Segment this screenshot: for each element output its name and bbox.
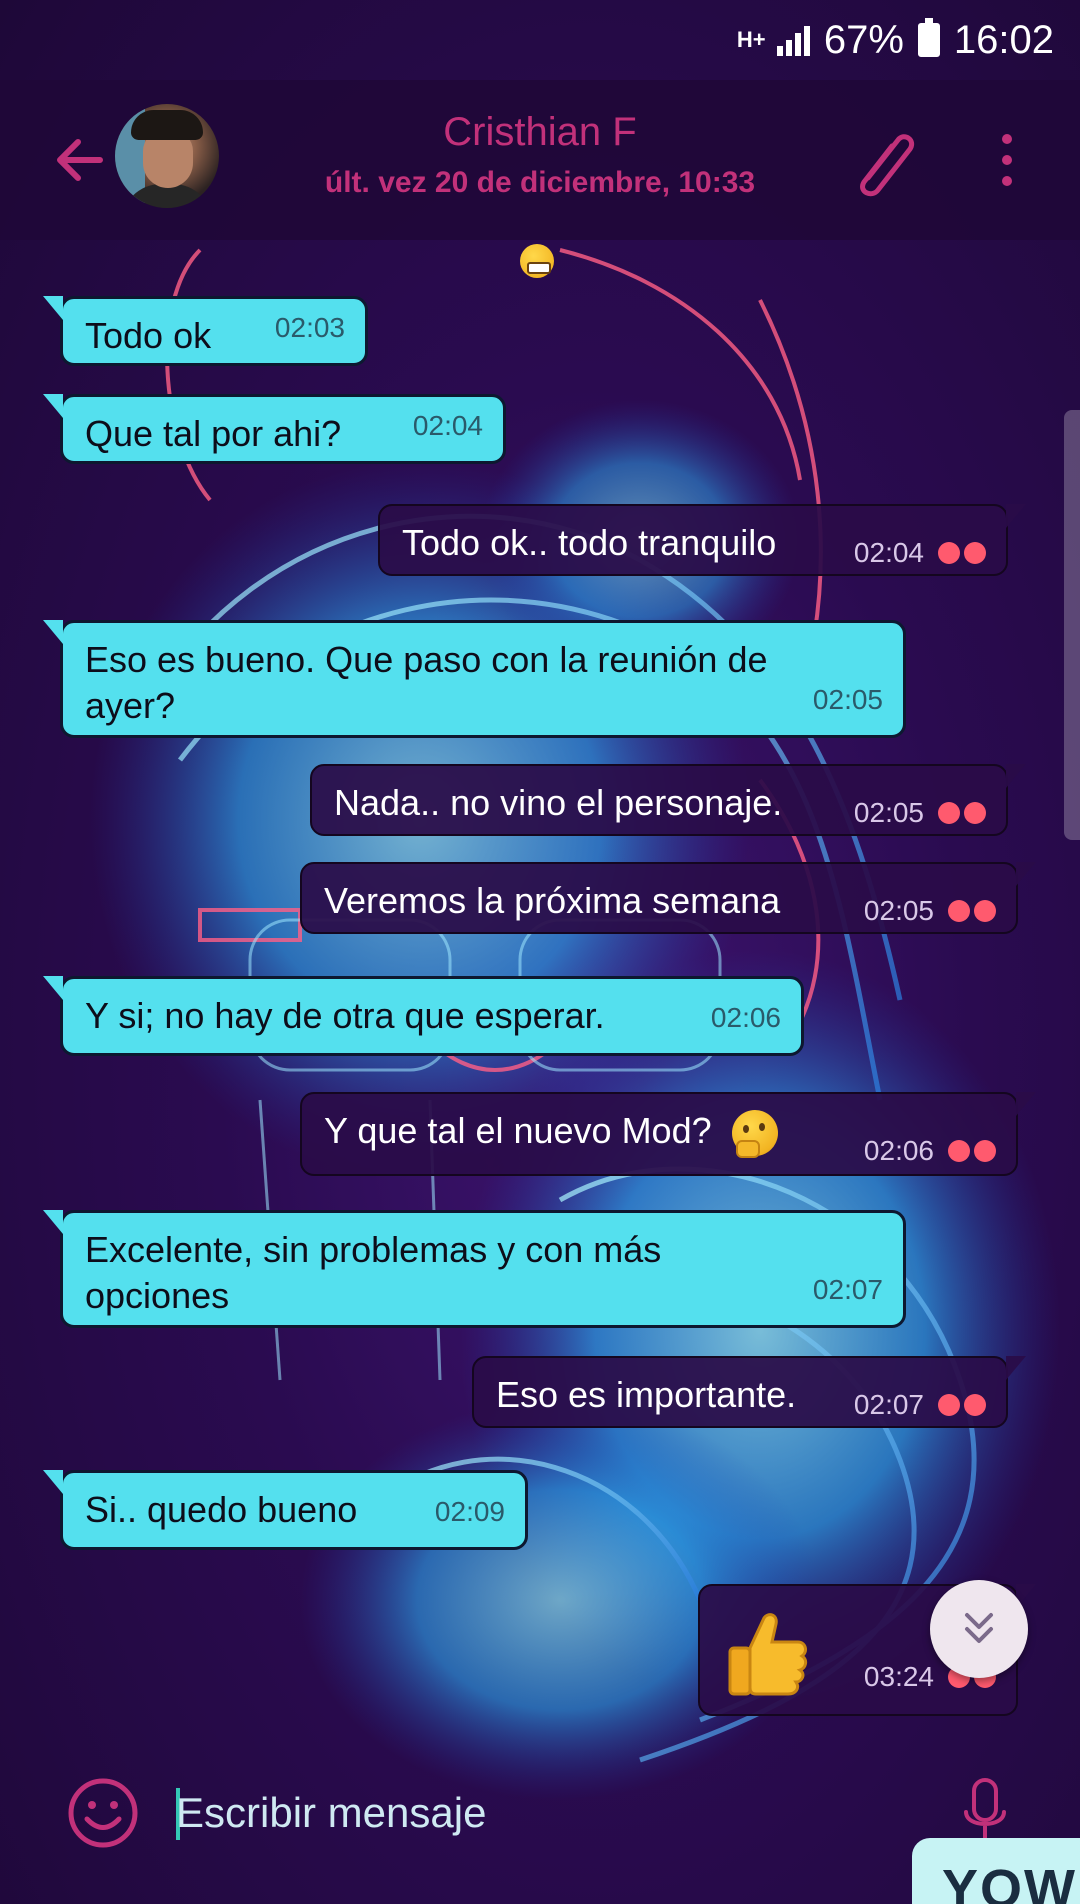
back-arrow-icon[interactable] bbox=[50, 130, 110, 190]
read-receipt-icon bbox=[938, 802, 986, 824]
message-text: Todo ok.. todo tranquilo bbox=[402, 522, 777, 563]
last-seen-status: últ. vez 20 de diciembre, 10:33 bbox=[324, 166, 756, 199]
battery-icon bbox=[917, 18, 940, 57]
clock: 16:02 bbox=[953, 17, 1054, 62]
message-time: 02:04 bbox=[412, 410, 483, 441]
message-incoming[interactable]: Excelente, sin problemas y con más opcio… bbox=[43, 1210, 906, 1328]
message-time: 02:05 bbox=[863, 895, 934, 926]
message-time: 02:05 bbox=[812, 684, 883, 715]
message-incoming[interactable]: Si.. quedo bueno 02:09 bbox=[43, 1470, 528, 1550]
network-type-indicator: H+ bbox=[736, 27, 766, 52]
battery-percentage: 67% bbox=[823, 17, 904, 62]
message-text: Nada.. no vino el personaje. bbox=[334, 782, 783, 823]
message-text: Y que tal el nuevo Mod? bbox=[324, 1110, 712, 1151]
more-vert-icon[interactable] bbox=[992, 130, 1022, 190]
message-time: 02:07 bbox=[853, 1389, 924, 1420]
paperclip-icon[interactable] bbox=[850, 122, 920, 202]
grin-emoji bbox=[520, 244, 554, 278]
read-receipt-icon bbox=[948, 1140, 996, 1162]
message-outgoing[interactable]: Eso es importante. 02:07 bbox=[472, 1356, 1026, 1428]
message-text: Y si; no hay de otra que esperar. bbox=[85, 995, 605, 1036]
message-text: Todo ok bbox=[85, 315, 212, 356]
edge-panel-handle[interactable] bbox=[1064, 410, 1080, 840]
contact-avatar[interactable] bbox=[115, 104, 219, 208]
message-time: 02:09 bbox=[434, 1496, 505, 1527]
message-outgoing[interactable]: Y que tal el nuevo Mod? 02:06 bbox=[300, 1092, 1036, 1176]
thinking-face-emoji bbox=[731, 1110, 778, 1159]
smiley-icon[interactable] bbox=[66, 1776, 140, 1850]
chat-screen: H+ 67% 16:02 Cristhian F últ. vez 20 de … bbox=[0, 0, 1080, 1904]
message-time: 02:06 bbox=[710, 1002, 781, 1033]
message-text: Eso es bueno. Que paso con la reunión de… bbox=[85, 639, 768, 726]
message-time: 02:04 bbox=[853, 537, 924, 568]
scroll-to-bottom-button[interactable] bbox=[930, 1580, 1028, 1678]
chat-header: Cristhian F últ. vez 20 de diciembre, 10… bbox=[0, 80, 1080, 240]
message-list[interactable]: Todo ok 02:03 Que tal por ahi? 02:04 Tod… bbox=[0, 240, 1080, 1740]
message-outgoing[interactable]: Todo ok.. todo tranquilo 02:04 bbox=[378, 504, 1026, 576]
read-receipt-icon bbox=[938, 1394, 986, 1416]
sticker-suggestion[interactable]: YOW bbox=[912, 1838, 1080, 1904]
message-time: 02:06 bbox=[863, 1135, 934, 1166]
message-text: Eso es importante. bbox=[496, 1374, 797, 1415]
message-outgoing[interactable]: Nada.. no vino el personaje. 02:05 bbox=[310, 764, 1026, 836]
message-incoming[interactable]: Todo ok 02:03 bbox=[43, 296, 368, 366]
message-time: 02:07 bbox=[812, 1274, 883, 1305]
message-incoming[interactable]: Y si; no hay de otra que esperar. 02:06 bbox=[43, 976, 804, 1056]
message-text: Que tal por ahi? bbox=[85, 413, 342, 454]
contact-name[interactable]: Cristhian F bbox=[300, 110, 780, 155]
signal-strength-icon bbox=[776, 24, 810, 56]
status-bar: H+ 67% 16:02 bbox=[0, 0, 1080, 80]
read-receipt-icon bbox=[948, 900, 996, 922]
message-text: Si.. quedo bueno bbox=[85, 1489, 358, 1530]
chevron-double-down-icon bbox=[965, 1613, 993, 1643]
message-incoming[interactable]: Eso es bueno. Que paso con la reunión de… bbox=[43, 620, 906, 738]
thumbs-up-emoji bbox=[728, 1613, 808, 1696]
message-text: Excelente, sin problemas y con más opcio… bbox=[85, 1229, 662, 1316]
message-text: Veremos la próxima semana bbox=[324, 880, 781, 921]
message-incoming[interactable]: Que tal por ahi? 02:04 bbox=[43, 394, 506, 464]
message-time: 03:24 bbox=[863, 1661, 934, 1692]
message-time: 02:05 bbox=[853, 797, 924, 828]
message-time: 02:03 bbox=[274, 312, 345, 343]
read-receipt-icon bbox=[938, 542, 986, 564]
message-outgoing[interactable]: Veremos la próxima semana 02:05 bbox=[300, 862, 1036, 934]
message-input[interactable] bbox=[176, 1780, 896, 1846]
